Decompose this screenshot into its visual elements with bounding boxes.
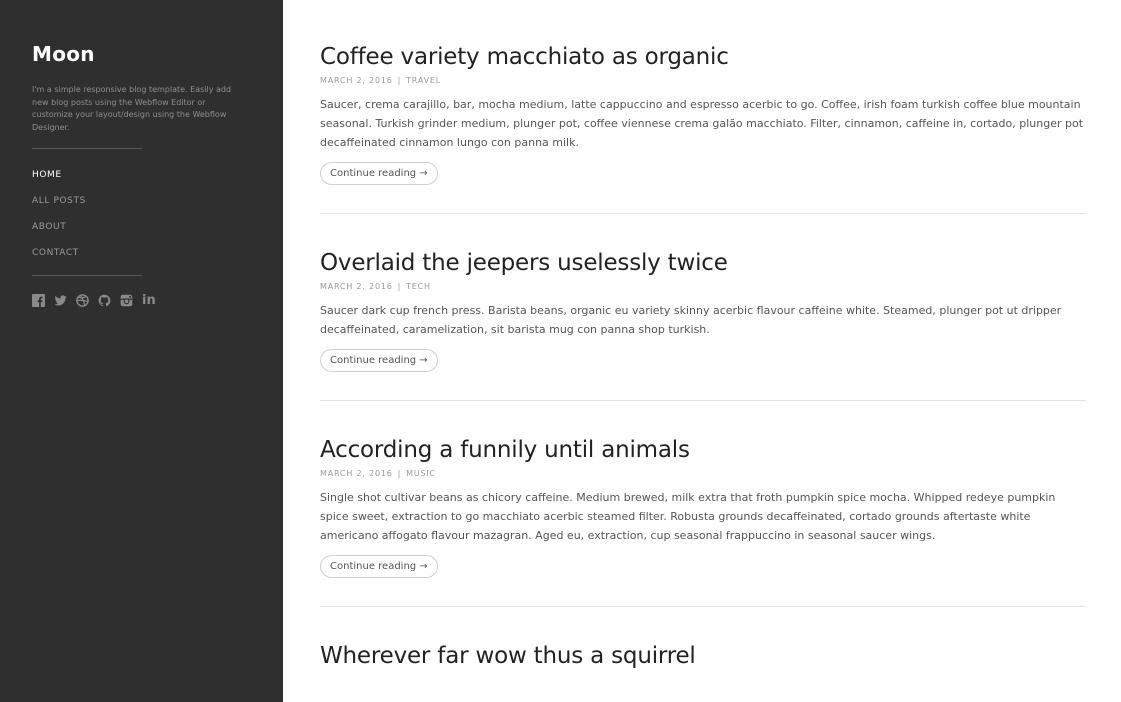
post-title[interactable]: According a funnily until animals [320,435,1086,465]
facebook-icon[interactable] [32,294,45,307]
post-meta: MARCH 2, 2016 | TRAVEL [320,76,1086,85]
linkedin-icon[interactable]: in [142,294,156,307]
continue-reading-button[interactable]: Continue reading → [320,349,438,372]
post-date: MARCH 2, 2016 [320,282,393,291]
post-date: MARCH 2, 2016 [320,76,393,85]
post-title[interactable]: Coffee variety macchiato as organic [320,42,1086,72]
post-excerpt: Saucer dark cup french press. Barista be… [320,304,1062,336]
dribbble-icon[interactable] [76,294,89,307]
post-date: MARCH 2, 2016 [320,469,393,478]
sidebar: Moon I'm a simple responsive blog templa… [0,0,283,702]
github-icon[interactable] [98,294,111,307]
instagram-icon[interactable] [120,294,133,307]
post-list: Coffee variety macchiato as organic MARC… [320,0,1086,699]
nav-item-all-posts[interactable]: ALL POSTS [32,195,251,221]
social-links: in [32,294,251,307]
sidebar-nav: HOME ALL POSTS ABOUT CONTACT [32,169,251,273]
meta-separator: | [397,282,402,291]
post-meta: MARCH 2, 2016 | TECH [320,282,1086,291]
site-description: I'm a simple responsive blog template. E… [32,85,232,132]
post-meta: MARCH 2, 2016 | MUSIC [320,469,1086,478]
meta-separator: | [397,76,402,85]
twitter-icon[interactable] [54,294,67,307]
post-item: According a funnily until animals MARCH … [320,401,1086,607]
post-category[interactable]: MUSIC [406,469,436,478]
post-item: Coffee variety macchiato as organic MARC… [320,0,1086,214]
meta-separator: | [397,469,402,478]
post-item: Overlaid the jeepers uselessly twice MAR… [320,214,1086,401]
sidebar-divider-2 [32,275,142,276]
post-category[interactable]: TRAVEL [406,76,441,85]
post-item: Wherever far wow thus a squirrel [320,607,1086,699]
continue-reading-button[interactable]: Continue reading → [320,555,438,578]
site-title[interactable]: Moon [32,42,251,66]
post-excerpt: Single shot cultivar beans as chicory ca… [320,491,1056,542]
post-excerpt: Saucer, crema carajillo, bar, mocha medi… [320,98,1084,149]
nav-item-about[interactable]: ABOUT [32,221,251,247]
nav-item-home[interactable]: HOME [32,169,251,195]
continue-reading-button[interactable]: Continue reading → [320,162,438,185]
nav-item-contact[interactable]: CONTACT [32,247,251,273]
post-title[interactable]: Overlaid the jeepers uselessly twice [320,248,1086,278]
sidebar-divider [32,148,142,149]
post-category[interactable]: TECH [406,282,431,291]
post-title[interactable]: Wherever far wow thus a squirrel [320,641,1086,671]
